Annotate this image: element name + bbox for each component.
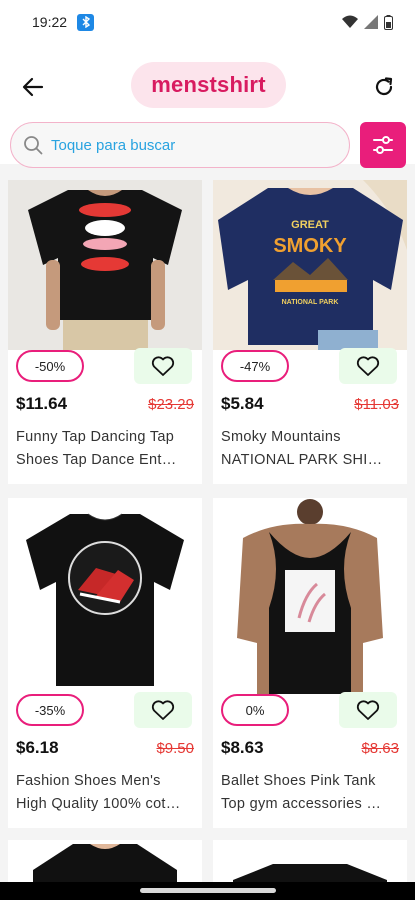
back-button[interactable] <box>18 72 48 102</box>
heart-outline-icon <box>151 356 175 376</box>
heart-outline-icon <box>356 700 380 720</box>
product-card[interactable] <box>8 840 202 882</box>
sliders-icon <box>373 136 393 154</box>
product-card[interactable] <box>213 840 407 882</box>
filter-button[interactable] <box>360 122 406 168</box>
favorite-button[interactable] <box>134 348 192 384</box>
product-meta: -35% $6.18 $9.50 Fashion Shoes Men's Hig… <box>8 692 202 824</box>
search-placeholder: Toque para buscar <box>51 136 176 154</box>
product-name-line-2: Shoes Tap Dance Ent… <box>16 452 177 468</box>
status-icons <box>342 14 393 30</box>
product-card[interactable]: GREAT SMOKY NATIONAL PARK -47% $5.84 $11… <box>213 180 407 484</box>
product-name[interactable]: Ballet Shoes Pink Tank Top gym accessori… <box>221 770 401 816</box>
signal-icon <box>364 15 378 29</box>
favorite-button[interactable] <box>134 692 192 728</box>
heart-outline-icon <box>356 356 380 376</box>
discount-badge: 0% <box>221 694 289 726</box>
product-image[interactable] <box>8 840 202 882</box>
product-name-line-1: Smoky Mountains <box>221 429 341 445</box>
product-image[interactable] <box>8 498 202 694</box>
product-card[interactable]: 0% $8.63 $8.63 Ballet Shoes Pink Tank To… <box>213 498 407 828</box>
product-name-line-2: Top gym accessories … <box>221 796 382 812</box>
product-card[interactable]: -50% $11.64 $23.29 Funny Tap Dancing Tap… <box>8 180 202 484</box>
notification-app-icon <box>77 13 95 31</box>
discount-badge: -35% <box>16 694 84 726</box>
product-name-line-1: Funny Tap Dancing Tap <box>16 429 175 445</box>
favorite-button[interactable] <box>339 692 397 728</box>
product-grid: -50% $11.64 $23.29 Funny Tap Dancing Tap… <box>0 180 415 882</box>
status-time: 19:22 <box>32 14 68 30</box>
product-image[interactable]: GREAT SMOKY NATIONAL PARK <box>213 180 407 350</box>
product-name[interactable]: Fashion Shoes Men's High Quality 100% co… <box>16 770 196 816</box>
price: $8.63 <box>221 738 264 757</box>
product-meta: -47% $5.84 $11.03 Smoky Mountains NATION… <box>213 348 407 480</box>
system-nav-bar <box>0 882 415 900</box>
page-title: menstshirt <box>151 72 266 97</box>
old-price: $23.29 <box>148 396 194 413</box>
product-image[interactable] <box>213 840 407 882</box>
price: $5.84 <box>221 394 264 413</box>
product-image[interactable] <box>8 180 202 350</box>
discount-badge: -47% <box>221 350 289 382</box>
discount-badge: -50% <box>16 350 84 382</box>
product-name-line-2: High Quality 100% cot… <box>16 796 181 812</box>
search-input[interactable]: Toque para buscar <box>10 122 350 168</box>
price: $6.18 <box>16 738 59 757</box>
favorite-button[interactable] <box>339 348 397 384</box>
product-name-line-2: NATIONAL PARK SHI… <box>221 452 383 468</box>
product-image[interactable] <box>213 498 407 694</box>
refresh-button[interactable] <box>369 72 399 102</box>
refresh-icon <box>375 77 393 96</box>
title-pill: menstshirt <box>131 62 286 108</box>
old-price: $8.63 <box>361 740 399 757</box>
price: $11.64 <box>16 394 68 413</box>
svg-text:GREAT: GREAT <box>291 219 329 231</box>
product-card[interactable]: -35% $6.18 $9.50 Fashion Shoes Men's Hig… <box>8 498 202 828</box>
arrow-left-icon <box>22 77 44 97</box>
product-meta: 0% $8.63 $8.63 Ballet Shoes Pink Tank To… <box>213 692 407 824</box>
battery-icon <box>384 14 393 30</box>
search-icon <box>24 136 43 155</box>
home-indicator[interactable] <box>140 888 276 893</box>
product-name-line-1: Ballet Shoes Pink Tank <box>221 773 376 789</box>
old-price: $11.03 <box>354 396 399 413</box>
old-price: $9.50 <box>156 740 194 757</box>
product-name[interactable]: Smoky Mountains NATIONAL PARK SHI… <box>221 426 401 472</box>
app-bar: menstshirt Toque para buscar <box>0 44 415 168</box>
product-meta: -50% $11.64 $23.29 Funny Tap Dancing Tap… <box>8 348 202 480</box>
heart-outline-icon <box>151 700 175 720</box>
product-name-line-1: Fashion Shoes Men's <box>16 773 161 789</box>
svg-text:SMOKY: SMOKY <box>273 235 347 257</box>
status-bar: 19:22 <box>0 0 415 44</box>
product-name[interactable]: Funny Tap Dancing Tap Shoes Tap Dance En… <box>16 426 196 472</box>
wifi-icon <box>342 15 358 28</box>
svg-text:NATIONAL PARK: NATIONAL PARK <box>282 299 339 306</box>
